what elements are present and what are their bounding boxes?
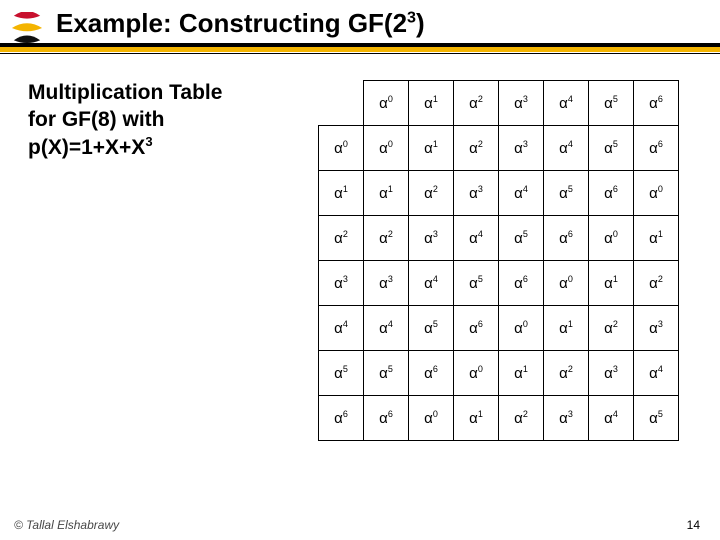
table-cell: α0 [364, 126, 409, 171]
table-cell: α6 [409, 351, 454, 396]
table-cell: α6 [544, 216, 589, 261]
table-cell: α5 [499, 216, 544, 261]
title-pre: Example: Constructing GF(2 [56, 8, 407, 38]
row-header: α3 [319, 261, 364, 306]
table-cell: α5 [544, 171, 589, 216]
table-cell: α4 [364, 306, 409, 351]
table-cell: α5 [409, 306, 454, 351]
table-cell: α3 [499, 126, 544, 171]
table-cell: α2 [454, 126, 499, 171]
slide-title: Example: Constructing GF(23) [56, 8, 425, 39]
table-cell: α2 [544, 351, 589, 396]
title-post: ) [416, 8, 425, 38]
table-corner [319, 81, 364, 126]
table-cell: α6 [634, 126, 679, 171]
table-cell: α2 [634, 261, 679, 306]
page-number: 14 [687, 518, 700, 532]
table-cell: α6 [454, 306, 499, 351]
row-header: α1 [319, 171, 364, 216]
slide-footer: © Tallal Elshabrawy 14 [0, 518, 720, 532]
table-cell: α0 [409, 396, 454, 441]
col-header: α6 [634, 81, 679, 126]
subtitle-line3-sup: 3 [145, 134, 152, 149]
row-header: α4 [319, 306, 364, 351]
table-cell: α0 [634, 171, 679, 216]
logo-icon [8, 12, 46, 44]
subtitle-line1: Multiplication Table [28, 81, 222, 104]
table-cell: α1 [364, 171, 409, 216]
col-header: α4 [544, 81, 589, 126]
multiplication-table: α0α1α2α3α4α5α6α0α0α1α2α3α4α5α6α1α1α2α3α4… [318, 80, 679, 441]
table-cell: α4 [544, 126, 589, 171]
table-cell: α5 [589, 126, 634, 171]
copyright: © Tallal Elshabrawy [14, 518, 119, 532]
table-cell: α3 [589, 351, 634, 396]
table-cell: α6 [499, 261, 544, 306]
table-cell: α1 [634, 216, 679, 261]
subtitle-block: Multiplication Table for GF(8) with p(X)… [28, 80, 296, 441]
col-header: α2 [454, 81, 499, 126]
title-sup: 3 [407, 8, 416, 26]
subtitle-line3-pre: p(X)=1+X+X [28, 136, 145, 159]
table-cell: α0 [589, 216, 634, 261]
table-cell: α3 [409, 216, 454, 261]
table-cell: α6 [589, 171, 634, 216]
table-cell: α3 [634, 306, 679, 351]
table-cell: α4 [454, 216, 499, 261]
table-cell: α0 [454, 351, 499, 396]
row-header: α5 [319, 351, 364, 396]
row-header: α0 [319, 126, 364, 171]
table-cell: α5 [634, 396, 679, 441]
table-cell: α1 [544, 306, 589, 351]
col-header: α3 [499, 81, 544, 126]
table-cell: α0 [544, 261, 589, 306]
table-cell: α5 [454, 261, 499, 306]
col-header: α1 [409, 81, 454, 126]
subtitle-line2: for GF(8) with [28, 108, 164, 131]
table-cell: α1 [499, 351, 544, 396]
table-cell: α3 [364, 261, 409, 306]
table-cell: α3 [544, 396, 589, 441]
table-cell: α4 [589, 396, 634, 441]
header-rule [0, 43, 720, 54]
table-cell: α4 [634, 351, 679, 396]
col-header: α0 [364, 81, 409, 126]
row-header: α6 [319, 396, 364, 441]
col-header: α5 [589, 81, 634, 126]
table-cell: α3 [454, 171, 499, 216]
table-cell: α0 [499, 306, 544, 351]
table-cell: α2 [409, 171, 454, 216]
table-cell: α2 [499, 396, 544, 441]
table-cell: α4 [409, 261, 454, 306]
table-cell: α1 [409, 126, 454, 171]
slide: Example: Constructing GF(23) Multiplicat… [0, 0, 720, 540]
table-cell: α2 [364, 216, 409, 261]
table-cell: α5 [364, 351, 409, 396]
table-cell: α6 [364, 396, 409, 441]
table-cell: α1 [589, 261, 634, 306]
table-cell: α1 [454, 396, 499, 441]
slide-body: Multiplication Table for GF(8) with p(X)… [0, 54, 720, 441]
row-header: α2 [319, 216, 364, 261]
table-cell: α4 [499, 171, 544, 216]
table-cell: α2 [589, 306, 634, 351]
slide-header: Example: Constructing GF(23) [0, 0, 720, 54]
